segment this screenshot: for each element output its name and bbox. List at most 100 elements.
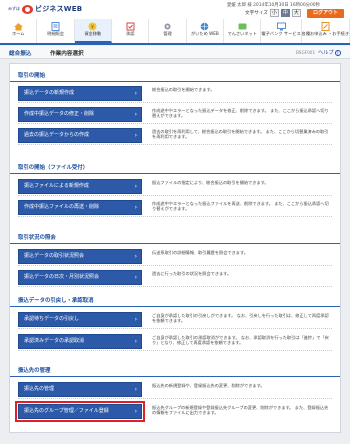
button-label: 振込先のグループ管理／ファイル登録 [24,408,109,414]
button-label: 承認済みデータの承認取消 [24,338,85,344]
cancel-approval-button[interactable]: 承認済みデータの承認取消 › [18,334,142,349]
chevron-right-icon: › [134,253,137,260]
list-item: 承認済みデータの承認取消 › ご自身が承認した取引の承認取消ができます。 なお、承… [18,332,332,351]
nav-label: 管理 [163,31,172,36]
nav-item-home[interactable]: ホーム [0,19,38,43]
row-description: 過去の取引を再利用して、総合振込の取引を開始できます。 また、ここから切替業済み… [152,129,329,140]
approval-icon [126,22,135,31]
help-icon: ? [334,49,341,56]
new-from-file-button[interactable]: 振込ファイルによる新規作成 › [18,179,142,194]
nav-label: 資金移動 [84,31,102,36]
font-size-label: 文字サイズ [245,11,268,16]
new-transfer-data-button[interactable]: 振込データの新規作成 › [18,86,142,101]
button-label: 振込先の管理 [24,386,55,392]
global-nav: ホーム 明細照会 ¥ 資金移動 承認 管理 がいため WEB でんさいネット 電… [0,19,350,45]
transaction-status-button[interactable]: 振込データの取引状況照会 › [18,249,142,264]
list-item: 振込データの取引状況照会 › 伝送系取引の詳細情報、取引履歴を照会できます。 [18,247,332,266]
list-item: 振込ファイルによる新規作成 › 振込ファイルの指定により、総合振込の取引を開始でき… [18,177,332,196]
user-info: 愛媛 太郎 様 2014年10月30日 16時00分00秒 [227,3,320,8]
nav-label: 各種お申込み ・お手続き [301,31,350,36]
row-description: 振込ファイルの指定により、総合振込の取引を開始できます。 [152,180,269,185]
daily-monthly-status-button[interactable]: 振込データの日次・月別状況照会 › [18,270,142,285]
bank-logo[interactable]: みずほ ビジネスWEB [8,2,96,16]
section-title: 振込データの引戻し・承認取消 [10,295,340,307]
breadcrumb[interactable]: 総合振込 [9,49,31,57]
row-description: 総合振込の取引を開始できます。 [152,87,215,92]
nav-label: 承認 [126,31,135,36]
edit-draft-data-button[interactable]: 作成中振込データの修正・削除 › [18,107,142,122]
top-bar: みずほ ビジネスWEB 愛媛 太郎 様 2014年10月30日 16時00分00… [0,0,350,19]
font-large-button[interactable]: 大 [291,9,301,17]
nav-item-densai[interactable]: でんさいネット [224,19,262,43]
chevron-right-icon: › [134,204,137,211]
application-icon [321,22,330,31]
row-description: 伝送系取引の詳細情報、取引履歴を照会できます。 [152,250,248,255]
help-link[interactable]: ヘルプ ? [318,49,341,56]
nav-item-transfer[interactable]: ¥ 資金移動 [74,19,113,43]
nav-item-approval[interactable]: 承認 [112,19,150,43]
list-item: 振込先のグループ管理／ファイル登録 › 振込先グループの新規登録や登録振込先グルー… [15,401,332,422]
nav-item-fx[interactable]: がいため WEB [187,19,225,43]
chevron-right-icon: › [134,338,137,345]
create-from-past-button[interactable]: 過去の振込データからの作成 › [18,128,142,143]
button-label: 振込データの取引状況照会 [24,253,85,259]
manage-icon [164,23,171,30]
page-title: 作業内容選択 [50,51,84,57]
section-title: 振込先の管理 [10,365,340,377]
section-title: 取引状況の照会 [10,232,340,244]
statement-icon [51,22,60,31]
list-item: 振込データの新規作成 › 総合振込の取引を開始できます。 [18,84,332,103]
chevron-right-icon: › [134,316,137,323]
nav-item-manage[interactable]: 管理 [149,19,187,43]
button-label: 承認待ちデータの引戻し [24,316,80,322]
logo-mark-icon [22,4,33,14]
svg-text:¥: ¥ [91,24,94,30]
payee-management-button[interactable]: 振込先の管理 › [18,382,142,397]
chevron-right-icon: › [134,90,137,97]
help-label: ヘルプ [318,50,334,56]
button-label: 作成中振込データの修正・削除 [24,111,95,117]
font-small-button[interactable]: 小 [269,9,279,17]
nav-item-application[interactable]: 各種お申込み ・お手続き [302,19,350,43]
nav-item-ebank[interactable]: 電子バンク サービス [261,19,302,43]
font-medium-button[interactable]: 中 [280,9,290,17]
button-label: 振込データの日次・月別状況照会 [24,274,100,280]
payee-group-file-button[interactable]: 振込先のグループ管理／ファイル登録 › [15,401,145,422]
nav-label: 明細照会 [47,31,64,36]
button-label: 過去の振込データからの作成 [24,132,90,138]
font-size-switcher: 文字サイズ 小 中 大 [245,9,301,17]
chevron-right-icon: › [134,183,137,190]
ebank-icon [276,22,286,31]
nav-label: 電子バンク サービス [261,31,301,36]
densai-icon [238,23,247,30]
list-item: 承認待ちデータの引戻し › ご自身が承認した取引の引戻しができます。 なお、引戻し… [18,310,332,329]
chevron-right-icon: › [134,408,137,415]
nav-label: ホーム [11,31,25,36]
logout-button[interactable]: ログアウト [307,9,344,18]
logo-prefix: みずほ [8,6,20,11]
list-item: 振込データの日次・月別状況照会 › 過去に行った取引の状況を照会できます。 [18,268,332,287]
withdraw-pending-button[interactable]: 承認待ちデータの引戻し › [18,312,142,327]
button-label: 振込データの新規作成 [24,90,75,96]
section-title: 取引の開始（ファイル受付） [10,162,340,174]
nav-label: でんさいネット [227,31,257,36]
row-description: ご自身が承認した取引の承認取消ができます。 なお、承認取消を行った取引は「進捗」… [152,335,329,346]
row-description: 作成途中やエラーとなった振込ファイルを再送、削除できます。 また、ここから振込承… [152,201,329,212]
row-description: ご自身が承認した取引の引戻しができます。 なお、引戻しを行った取引は、修正して再… [152,313,329,324]
transfer-icon: ¥ [88,22,97,31]
screen-id: BSGF001 [296,50,316,55]
chevron-right-icon: › [134,132,137,139]
button-label: 振込ファイルによる新規作成 [24,183,89,189]
list-item: 作成中振込データの修正・削除 › 作成途中やエラーとなった振込データを修正、削除で… [18,105,332,124]
row-description: 作成途中やエラーとなった振込データを修正、削除できます。 また、ここから振込承認… [152,108,329,119]
resend-draft-file-button[interactable]: 作成中振込ファイルの再送・削除 › [18,200,142,215]
row-description: 過去に行った取引の状況を照会できます。 [152,271,232,276]
nav-item-statement[interactable]: 明細照会 [37,19,75,43]
section-title: 取引の開始 [10,70,340,82]
row-description: 振込先グループの新規登録や登録振込先グループの変更、削除ができます。 また、登録… [152,405,329,416]
list-item: 過去の振込データからの作成 › 過去の取引を再利用して、総合振込の取引を開始できま… [18,126,332,145]
fx-icon [201,22,209,31]
chevron-right-icon: › [134,386,137,393]
chevron-right-icon: › [134,111,137,118]
button-label: 作成中振込ファイルの再送・削除 [24,204,100,210]
